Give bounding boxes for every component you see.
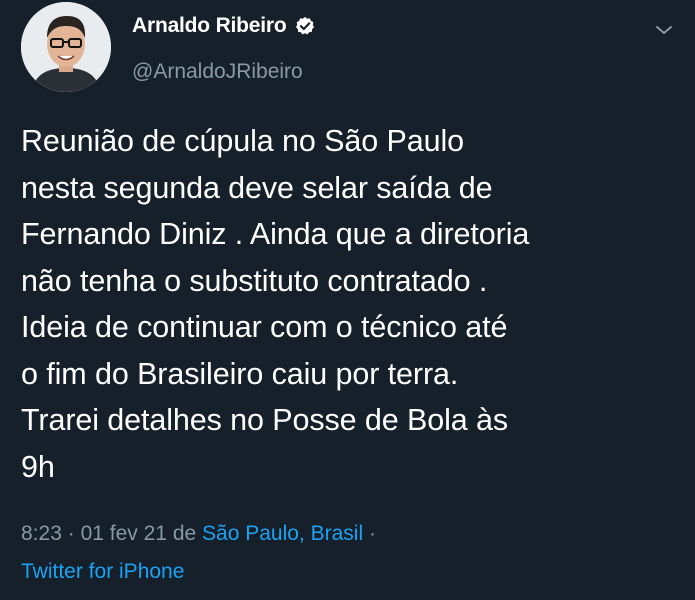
author-name-row[interactable]: Arnaldo Ribeiro — [132, 14, 315, 38]
tweet-source-link[interactable]: Twitter for iPhone — [21, 560, 184, 583]
tweet-text: Reunião de cúpula no São Paulo nesta seg… — [21, 118, 681, 490]
avatar[interactable] — [21, 2, 111, 92]
chevron-down-icon[interactable] — [652, 20, 676, 40]
profile-photo-icon — [21, 2, 111, 92]
meta-separator: · — [368, 522, 376, 545]
author-display-name[interactable]: Arnaldo Ribeiro — [132, 14, 287, 38]
tweet-card: Arnaldo Ribeiro @ArnaldoJRibeiro Reunião… — [0, 0, 695, 600]
tweet-date[interactable]: 01 fev 21 — [81, 522, 167, 545]
tweet-text-line: nesta segunda deve selar saída de — [21, 170, 493, 205]
author-handle[interactable]: @ArnaldoJRibeiro — [132, 60, 303, 84]
tweet-text-line: Ideia de continuar com o técnico até — [21, 310, 508, 344]
tweet-text-line: Reunião de cúpula no São Paulo — [21, 124, 464, 158]
tweet-source-row: Twitter for iPhone — [21, 560, 184, 584]
meta-from-word: de — [172, 522, 197, 545]
tweet-text-line: não tenha o substituto contratado . — [21, 263, 488, 298]
tweet-time[interactable]: 8:23 — [21, 522, 62, 545]
tweet-text-line: Trarei detalhes no Posse de Bola às — [21, 403, 509, 437]
meta-separator: · — [67, 522, 75, 545]
tweet-meta: 8:23 · 01 fev 21 de São Paulo, Brasil · — [21, 522, 376, 546]
tweet-text-line: o fim do Brasileiro caiu por terra. — [21, 356, 459, 391]
tweet-text-line: Fernando Diniz . Ainda que a diretoria — [21, 217, 530, 251]
verified-badge-icon — [295, 16, 315, 36]
tweet-text-line: 9h — [21, 449, 55, 484]
tweet-location-link[interactable]: São Paulo, Brasil — [202, 522, 363, 545]
